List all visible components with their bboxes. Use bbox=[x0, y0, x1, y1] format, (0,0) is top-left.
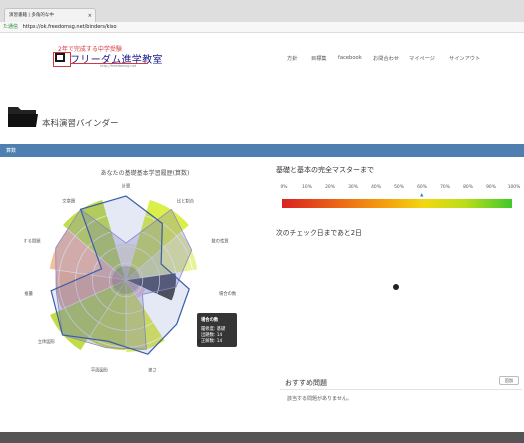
radar-axis-label: 平面図形 bbox=[91, 367, 109, 374]
scale-tick-label: 80% bbox=[463, 185, 473, 190]
radar-core bbox=[112, 266, 140, 294]
scale-tick-label: 10% bbox=[302, 185, 312, 190]
scale-tick-label: 100% bbox=[507, 185, 521, 190]
radar-axis-label: 立体図形 bbox=[38, 338, 56, 345]
nav-item-signout[interactable]: サインアウト bbox=[449, 55, 480, 62]
scale-tick-label: 50% bbox=[394, 185, 404, 190]
scale-tick-label: 90% bbox=[486, 185, 496, 190]
address-secure-label: た通信 bbox=[3, 24, 19, 30]
scale-tick-label: 60% bbox=[417, 185, 427, 190]
section-header-bar bbox=[0, 144, 524, 157]
scale-tick-label: 20% bbox=[325, 185, 335, 190]
nav-item-policy[interactable]: 方針 bbox=[287, 55, 297, 62]
browser-tab-title: 演習書籍 | 多角的な中 bbox=[9, 13, 54, 18]
recommend-title: おすすめ問題 bbox=[285, 379, 327, 387]
radar-axis-label: 計算 bbox=[122, 183, 131, 190]
radar-axis-label: 場合の数 bbox=[219, 290, 237, 297]
recommend-divider bbox=[280, 389, 522, 390]
recommend-add-button[interactable]: 追加 bbox=[499, 376, 519, 385]
radar-axis-label: 比と割合 bbox=[177, 197, 195, 204]
logo-url: http://freedomsg.net bbox=[100, 64, 137, 68]
mastery-scale: 0% 10% 20% 30% 40% 50% 60% 70% 80% 90% 100% bbox=[276, 185, 522, 193]
radar-chart: 計算比と割合数の性質場合の数規則性速さ平面図形立体図形推量条件を整理する問題文章… bbox=[24, 183, 237, 374]
nav-item-goals[interactable]: 目標集 bbox=[311, 55, 327, 62]
radar-axis-label: 推量 bbox=[24, 290, 33, 297]
nav-item-contact[interactable]: お問合わせ bbox=[373, 55, 399, 62]
mastery-marker-icon: ▲ bbox=[420, 193, 424, 198]
nav-item-mypage[interactable]: マイページ bbox=[409, 55, 435, 62]
scale-tick-label: 40% bbox=[371, 185, 381, 190]
tab-close-icon[interactable]: × bbox=[88, 9, 92, 22]
radar-axis-label: 文章題 bbox=[62, 197, 76, 204]
page-footer bbox=[0, 432, 524, 443]
address-bar[interactable]: た通信 https://ok.freedomsg.net/binders/kis… bbox=[0, 22, 524, 33]
radar-axis-label: 数の性質 bbox=[212, 237, 230, 244]
nav-item-facebook[interactable]: facebook bbox=[338, 55, 362, 61]
radar-axis-label: 速さ bbox=[148, 367, 157, 374]
loading-dot bbox=[393, 284, 399, 290]
folder-icon bbox=[8, 107, 38, 127]
next-check-text: 次のチェック日まであと2日 bbox=[276, 229, 362, 237]
scale-tick-label: 70% bbox=[440, 185, 450, 190]
radar-axis-label: 条件を整理する問題 bbox=[24, 237, 41, 244]
mastery-gradient-bar bbox=[282, 199, 512, 208]
logo-icon[interactable] bbox=[53, 52, 71, 67]
address-url[interactable]: https://ok.freedomsg.net/binders/kiso bbox=[23, 24, 117, 30]
page-title: 本科演習バインダー bbox=[42, 119, 119, 129]
browser-tab[interactable]: 演習書籍 | 多角的な中 × bbox=[4, 8, 96, 22]
recommend-empty-text: 該当する問題がありません。 bbox=[287, 396, 352, 402]
radar-tooltip: 場合の数 履修度: 基礎 出題数: 14 正解数: 14 bbox=[197, 313, 237, 347]
tooltip-line-3: 正解数: 14 bbox=[201, 339, 223, 344]
mastery-title: 基礎と基本の完全マスターまで bbox=[276, 166, 374, 174]
scale-tick-label: 30% bbox=[348, 185, 358, 190]
section-label: 算数 bbox=[6, 148, 17, 154]
tooltip-title: 場合の数 bbox=[201, 318, 219, 323]
scale-tick-label: 0% bbox=[280, 185, 288, 190]
